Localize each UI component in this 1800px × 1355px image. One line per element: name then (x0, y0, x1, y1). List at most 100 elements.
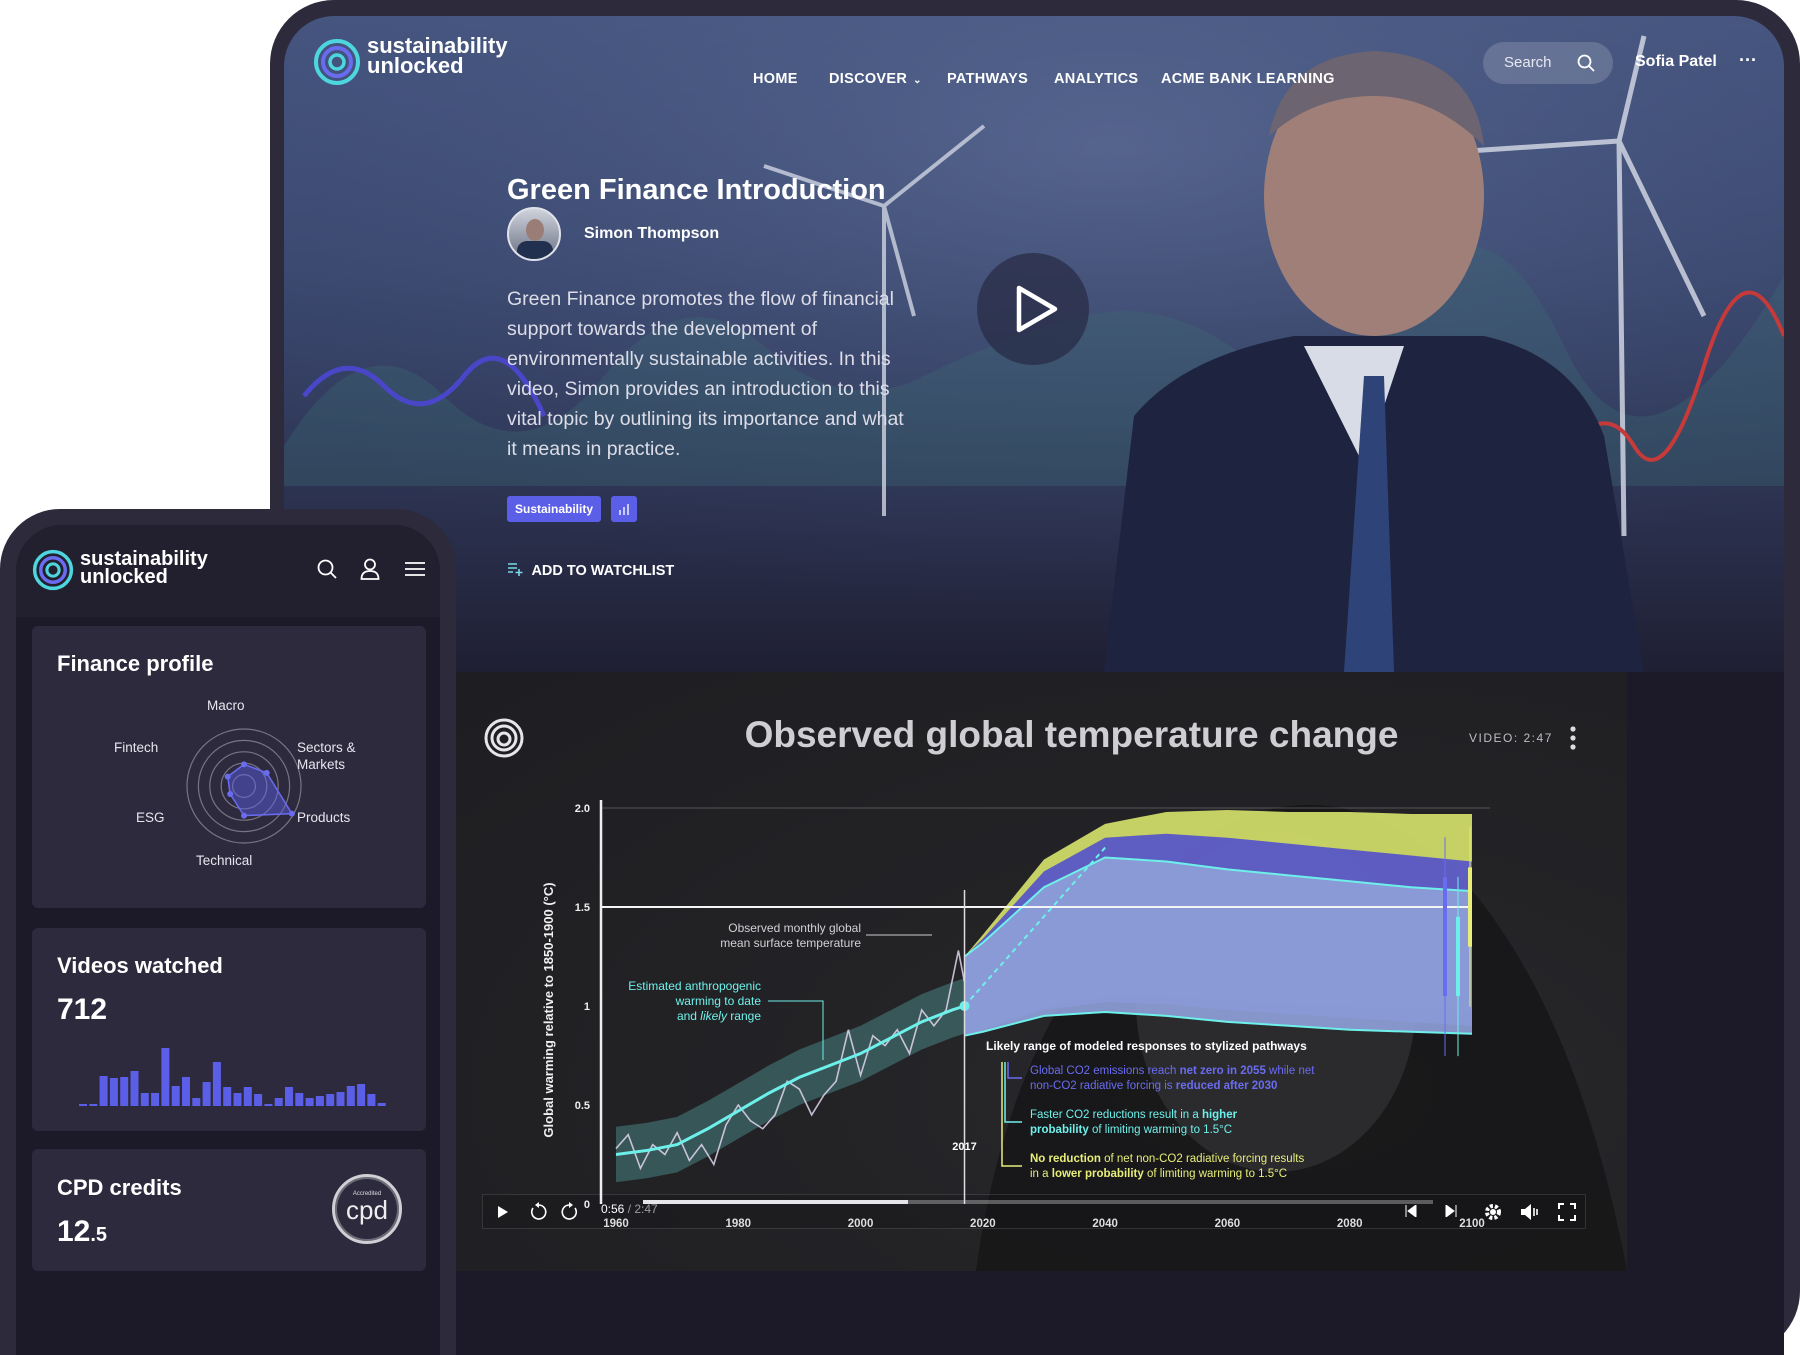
cpd-credits-card[interactable]: CPD credits 12.5 Accredited cpd (32, 1149, 426, 1271)
nav-discover[interactable]: DISCOVER ⌄ (829, 71, 922, 87)
videos-bar (109, 1078, 118, 1106)
video-player[interactable]: Observed global temperature change VIDEO… (456, 672, 1627, 1271)
videos-bar (202, 1082, 211, 1106)
nav-pathways[interactable]: PATHWAYS (947, 71, 1028, 87)
radar-point (227, 790, 234, 797)
nav-acme-bank-learning[interactable]: ACME BANK LEARNING (1161, 71, 1335, 87)
time-readout: 0:56 / 2:47 (601, 1202, 658, 1216)
videos-bar (254, 1094, 263, 1106)
bar-chart-icon[interactable] (611, 496, 637, 522)
radar-point (241, 761, 247, 768)
progress-track[interactable] (643, 1200, 1433, 1204)
video-controls: 0:56 / 2:47 (482, 1194, 1586, 1229)
skip-next-icon[interactable] (1445, 1205, 1457, 1217)
videos-bar (192, 1098, 201, 1106)
radar-label-sectors-markets: Sectors & Markets (297, 740, 356, 772)
progress-fill (643, 1200, 908, 1204)
playlist-add-icon (508, 563, 523, 576)
fullscreen-icon[interactable] (1558, 1203, 1576, 1221)
videos-bar (233, 1093, 242, 1106)
videos-bar (79, 1104, 87, 1106)
nav-home[interactable]: HOME (753, 71, 798, 87)
desktop-screen: sustainability unlocked HOME DISCOVER ⌄ P… (284, 16, 1784, 1355)
video-background (976, 804, 1627, 1271)
user-name[interactable]: Sofia Patel (1635, 53, 1717, 71)
description-line: video, Simon provides an introduction to… (507, 378, 890, 400)
description-line: support towards the development of (507, 318, 818, 340)
videos-bar (315, 1096, 324, 1106)
brand-name-line2: unlocked (80, 566, 168, 588)
user-profile-icon[interactable] (360, 558, 380, 580)
videos-bar (89, 1104, 98, 1106)
videos-bar (130, 1071, 139, 1106)
brand-logo[interactable]: sustainability unlocked (313, 35, 508, 91)
videos-bar (305, 1098, 314, 1106)
video-title: Observed global temperature change (744, 714, 1399, 755)
videos-bar (326, 1094, 335, 1106)
videos-bar (285, 1087, 293, 1106)
videos-bar (99, 1076, 108, 1106)
nav-analytics[interactable]: ANALYTICS (1054, 71, 1138, 87)
cpd-credits-value: 12.5 (57, 1215, 107, 1249)
logo-spiral-icon (314, 39, 360, 85)
videos-bar (182, 1077, 190, 1106)
forward-10-icon[interactable] (559, 1202, 579, 1222)
radar-label-technical: Technical (196, 853, 253, 868)
videos-bar (357, 1084, 366, 1106)
brand-name-line2: unlocked (367, 53, 464, 78)
videos-bar (120, 1077, 129, 1106)
videos-bar (243, 1087, 252, 1106)
author-name[interactable]: Simon Thompson (584, 225, 719, 243)
videos-bar-chart (79, 1048, 386, 1106)
radar-point (263, 769, 270, 776)
cpd-value-dec: .5 (90, 1224, 108, 1246)
cpd-value-int: 12 (57, 1215, 91, 1248)
hamburger-menu-icon[interactable] (405, 561, 425, 577)
description-line: Green Finance promotes the flow of finan… (507, 288, 894, 310)
videos-bar (171, 1086, 180, 1106)
badge-text: cpd (346, 1195, 388, 1225)
videos-bar (151, 1093, 160, 1106)
videos-bar (295, 1093, 304, 1106)
kebab-menu-icon[interactable] (1568, 725, 1578, 751)
description-line: it means in practice. (507, 438, 681, 460)
videos-bar (223, 1087, 232, 1106)
mobile-frame: sustainability unlocked Finance profile … (0, 509, 456, 1355)
author-avatar[interactable] (507, 207, 561, 261)
search-icon[interactable] (317, 559, 337, 579)
search-input[interactable]: Search (1483, 42, 1613, 84)
hero-section: sustainability unlocked HOME DISCOVER ⌄ P… (284, 16, 1784, 672)
radar-point (224, 773, 231, 780)
videos-bar (212, 1062, 221, 1106)
videos-bar (274, 1098, 283, 1106)
volume-icon[interactable] (1520, 1203, 1540, 1221)
cpd-accredited-badge: Accredited cpd (332, 1174, 402, 1244)
videos-bar (336, 1092, 345, 1106)
videos-bar (346, 1086, 355, 1106)
add-to-watchlist-button[interactable]: ADD TO WATCHLIST (507, 561, 674, 580)
play-button[interactable] (977, 253, 1089, 365)
description-line: environmentally sustainable activities. … (507, 348, 891, 370)
cpd-credits-title: CPD credits (57, 1175, 182, 1200)
videos-bar (367, 1094, 376, 1106)
settings-gear-icon[interactable] (1483, 1202, 1503, 1222)
radar-label-macro: Macro (207, 698, 245, 713)
ellipsis-icon[interactable]: ··· (1739, 50, 1757, 71)
radar-point (288, 810, 295, 817)
logo-spiral-icon (32, 549, 74, 591)
videos-watched-card[interactable]: Videos watched 712 (32, 928, 426, 1131)
current-time: 0:56 (601, 1202, 625, 1216)
skip-previous-icon[interactable] (1405, 1205, 1417, 1217)
page-title: Green Finance Introduction (507, 174, 886, 206)
finance-profile-card[interactable]: Finance profile Macro Sectors & Markets … (32, 626, 426, 908)
search-placeholder: Search (1504, 54, 1552, 71)
mobile-screen: sustainability unlocked Finance profile … (16, 525, 440, 1355)
radar-label-esg: ESG (136, 810, 165, 825)
radar-label-fintech: Fintech (114, 740, 159, 755)
tag-sustainability[interactable]: Sustainability (507, 496, 602, 522)
total-time: / 2:47 (627, 1202, 658, 1216)
chevron-down-icon: ⌄ (913, 75, 922, 86)
mobile-brand-logo[interactable]: sustainability unlocked (32, 549, 208, 596)
play-icon[interactable] (497, 1205, 509, 1219)
rewind-10-icon[interactable] (529, 1202, 549, 1222)
